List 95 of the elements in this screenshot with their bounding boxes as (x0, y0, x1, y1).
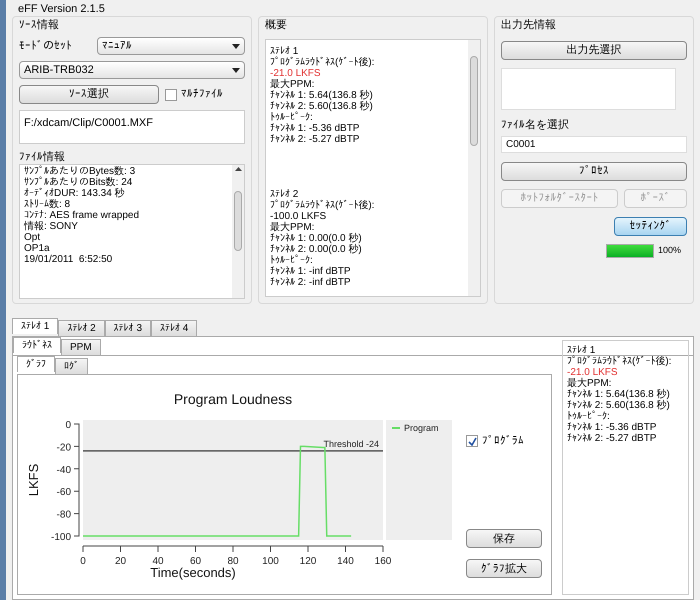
y-tick-label: -80 (56, 510, 71, 520)
x-tick-label: 60 (190, 556, 202, 567)
summary-line: ﾁｬﾝﾈﾙ 2: -5.27 dBTP (567, 432, 658, 444)
settings-button[interactable]: ｾｯﾃｨﾝｸﾞ (614, 217, 687, 236)
x-tick-label: 100 (262, 556, 279, 567)
process-button[interactable]: ﾌﾟﾛｾｽ (501, 162, 687, 181)
multi-file-checkbox[interactable] (165, 88, 177, 100)
mode-dropdown[interactable]: ﾏﾆｭｱﾙ (97, 37, 245, 55)
group-title: 概要 (265, 18, 288, 33)
stereo-tab[interactable]: ｽﾃﾚｵ 3 (104, 320, 152, 336)
y-axis-title: LKFS (26, 464, 41, 496)
legend-label: Program (404, 422, 439, 433)
chart-title: Program Loudness (174, 390, 292, 407)
summary-line: ﾁｬﾝﾈﾙ 1: 5.64(136.8 秒) (270, 90, 374, 101)
x-tick-label: 120 (300, 556, 316, 567)
measure-tab[interactable]: ﾗｳﾄﾞﾈｽ (13, 336, 61, 353)
summary-line: -100.0 LKFS (270, 211, 328, 222)
file-info-line: Opt (24, 232, 42, 243)
enlarge-graph-button[interactable]: ｸﾞﾗﾌ拡大 (466, 559, 542, 578)
x-axis-title: Time(seconds) (150, 564, 236, 580)
summary-line: ﾄｩﾙｰﾋﾟｰｸ: (567, 410, 611, 422)
x-tick-label: 20 (114, 556, 126, 567)
save-button[interactable]: 保存 (466, 529, 542, 548)
summary-line: -21.0 LKFS (270, 68, 322, 79)
path-text: F:/xdcam/Clip/C0001.MXF (24, 117, 153, 129)
summary-line: ﾁｬﾝﾈﾙ 1: 0.00(0.0 秒) (270, 233, 363, 244)
file-info-line: ｻﾝﾌﾟﾙあたりのBytes数: 3 (24, 166, 136, 177)
filename-label: ﾌｧｲﾙ名を選択 (501, 118, 570, 132)
filename-field[interactable]: C0001 (501, 136, 687, 153)
legend-swatch (392, 426, 400, 429)
file-info-line: ｵｰﾃﾞｨｵDUR: 143.34 秒 (24, 188, 126, 199)
standard-dropdown[interactable]: ARIB-TRB032 (19, 61, 245, 79)
scroll-up-arrow-icon (234, 167, 242, 171)
summary-line: ﾌﾟﾛｸﾞﾗﾑﾗｳﾄﾞﾈｽ(ｹﾞｰﾄ後): (270, 57, 376, 68)
mode-label: ﾓｰﾄﾞのｾｯﾄ (19, 38, 73, 54)
summary-line: ﾁｬﾝﾈﾙ 1: -5.36 dBTP (270, 123, 360, 134)
y-tick-label: -20 (56, 442, 71, 454)
summary-line: ﾁｬﾝﾈﾙ 2: 0.00(0.0 秒) (270, 244, 363, 255)
file-info-line: 情報: SONY (24, 221, 79, 232)
file-info-line: ｻﾝﾌﾟﾙあたりのBits数: 24 (24, 177, 134, 188)
x-tick-label: 40 (152, 556, 164, 567)
stereo-tab[interactable]: ｽﾃﾚｵ 4 (151, 320, 198, 336)
y-tick-label: -60 (56, 487, 71, 498)
scrollbar[interactable] (232, 165, 244, 298)
y-tick-label: -100 (50, 532, 71, 543)
x-tick-label: 160 (374, 556, 392, 567)
output-path-field[interactable] (501, 68, 676, 110)
scrollbar[interactable] (468, 40, 480, 296)
source-select-button[interactable]: ｿｰｽ選択 (19, 85, 159, 104)
stereo-tab[interactable]: ｽﾃﾚｵ 1 (12, 318, 58, 334)
progress-bar (606, 244, 654, 258)
x-tick-label: 140 (337, 556, 354, 567)
file-info-line: ｺﾝﾃﾅ: AES frame wrapped (24, 210, 140, 221)
summary-line: ﾁｬﾝﾈﾙ 1: -inf dBTP (270, 266, 352, 277)
dropdown-arrow-icon (232, 68, 240, 72)
threshold-label: Threshold -24 (323, 438, 379, 449)
file-info-line: ｽﾄﾘｰﾑ数: 8 (24, 199, 72, 210)
x-tick-label: 0 (80, 556, 86, 567)
view-tab[interactable]: ﾛｸﾞ (55, 358, 88, 374)
y-tick-label: -40 (56, 464, 71, 476)
summary-line: ﾁｬﾝﾈﾙ 2: -inf dBTP (270, 277, 352, 288)
summary-line: ﾁｬﾝﾈﾙ 1: -5.36 dBTP (567, 422, 658, 433)
y-tick-label: 0 (65, 420, 71, 431)
multi-file-label: ﾏﾙﾁﾌｧｲﾙ (181, 87, 223, 102)
output-select-button[interactable]: 出力先選択 (501, 41, 687, 60)
path-field[interactable]: F:/xdcam/Clip/C0001.MXF (19, 110, 245, 144)
file-info-line: OP1a (24, 243, 51, 254)
summary-line: ｽﾃﾚｵ 1 (567, 344, 596, 356)
dropdown-arrow-icon (232, 44, 240, 48)
summary-line: ｽﾃﾚｵ 1 (270, 46, 300, 57)
summary-line: ﾄｩﾙｰﾋﾟｰｸ: (270, 112, 314, 123)
summary-line: ﾁｬﾝﾈﾙ 1: 5.64(136.8 秒) (567, 388, 671, 400)
summary-line: 最大PPM: (567, 378, 612, 389)
stereo-tab[interactable]: ｽﾃﾚｵ 2 (58, 320, 105, 336)
summary-line: ﾁｬﾝﾈﾙ 2: -5.27 dBTP (270, 134, 360, 145)
summary-line: -21.0 LKFS (567, 366, 619, 378)
measure-tab[interactable]: PPM (61, 338, 101, 355)
summary-line: ﾄｩﾙｰﾋﾟｰｸ: (270, 255, 314, 266)
file-info-line: 19/01/2011 6:52:50 (24, 254, 114, 265)
summary-line: ﾁｬﾝﾈﾙ 2: 5.60(136.8 秒) (567, 400, 671, 411)
group-title: 出力先情報 (501, 18, 557, 33)
summary-line: ｽﾃﾚｵ 2 (270, 189, 300, 200)
program-checkbox[interactable] (466, 435, 478, 448)
summary-line: ﾌﾟﾛｸﾞﾗﾑﾗｳﾄﾞﾈｽ(ｹﾞｰﾄ後): (270, 200, 376, 211)
summary-line: 最大PPM: (270, 79, 316, 90)
view-tab[interactable]: ｸﾞﾗﾌ (17, 356, 55, 372)
x-tick-label: 80 (227, 556, 239, 567)
file-info-label: ﾌｧｲﾙ情報 (19, 150, 66, 164)
summary-line: ﾌﾟﾛｸﾞﾗﾑﾗｳﾄﾞﾈｽ(ｹﾞｰﾄ後): (567, 356, 672, 367)
progress-reading: 100% (658, 244, 681, 258)
summary-line: 最大PPM: (270, 222, 316, 233)
summary-line: ﾁｬﾝﾈﾙ 2: 5.60(136.8 秒) (270, 101, 374, 112)
program-checkbox-label: ﾌﾟﾛｸﾞﾗﾑ (482, 434, 524, 449)
window-title: eFF Version 2.1.5 (18, 2, 106, 16)
group-title: ｿｰｽ情報 (19, 18, 60, 33)
